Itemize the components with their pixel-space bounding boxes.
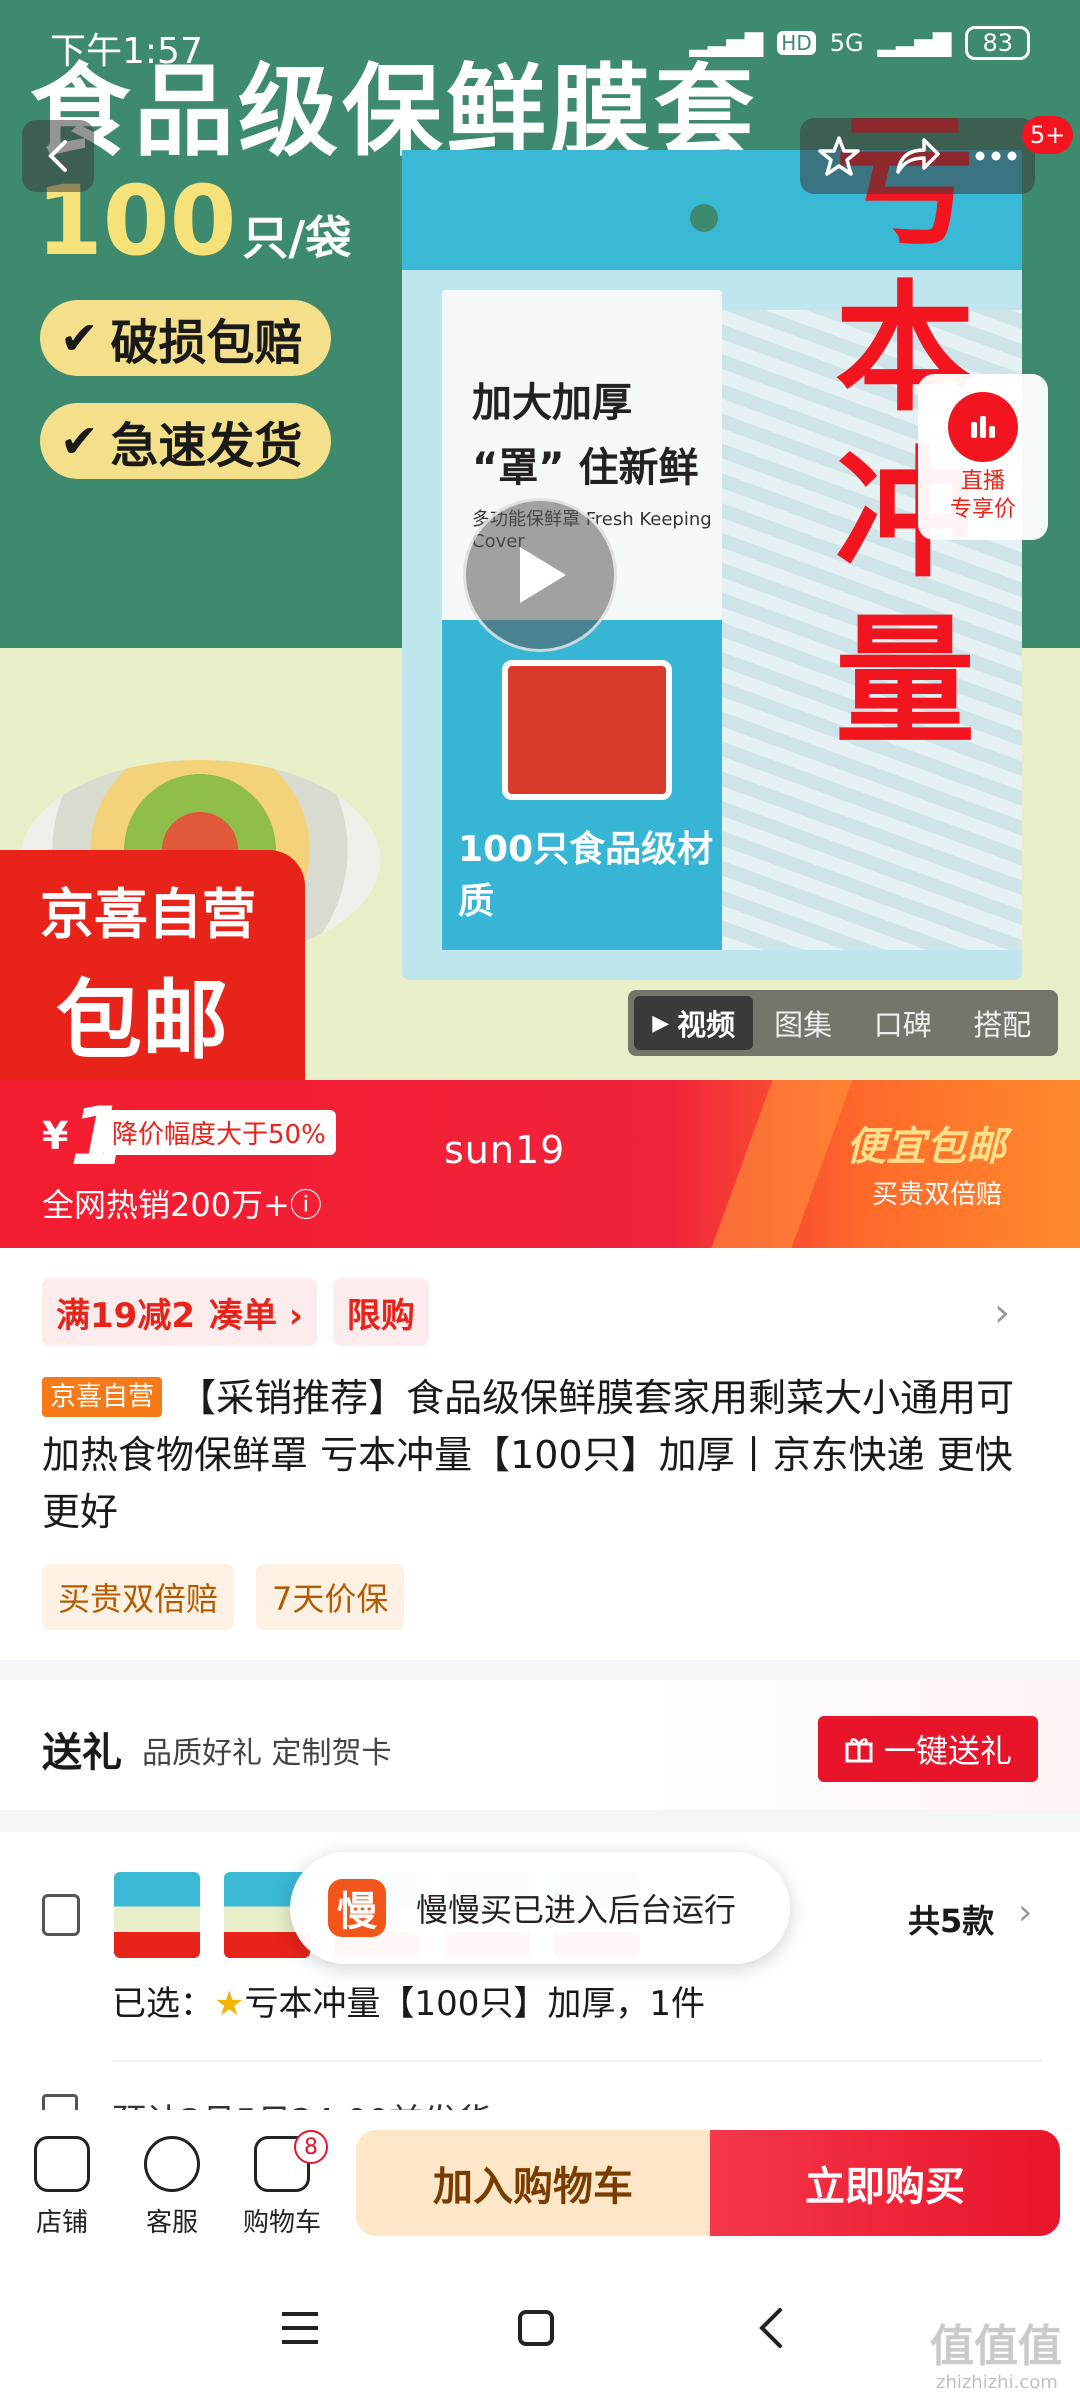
- self-operated-tag: 京喜自营: [42, 1377, 163, 1417]
- section-divider: [0, 1660, 1080, 1682]
- check-icon: ✔: [60, 414, 99, 468]
- back-icon[interactable]: [756, 2306, 786, 2350]
- tab-gallery[interactable]: 图集: [753, 996, 853, 1050]
- manmanmai-logo-icon: 慢: [328, 1879, 386, 1937]
- bottom-action-bar: 店铺 客服 购物车 8 加入购物车 立即购买: [0, 2110, 1080, 2260]
- tab-combos[interactable]: 搭配: [952, 996, 1052, 1050]
- system-navigation-bar: [0, 2260, 1080, 2400]
- variant-select-icon: [42, 1894, 80, 1936]
- buy-now-button[interactable]: 立即购买: [710, 2130, 1060, 2236]
- tab-video[interactable]: ▶ 视频: [634, 996, 754, 1050]
- product-title: 京喜自营 【采销推荐】食品级保鲜膜套家用剩菜大小通用可加热食物保鲜罩 亏本冲量【…: [42, 1376, 1015, 1534]
- variant-thumbnail[interactable]: [114, 1872, 200, 1958]
- cheap-free-shipping-title: 便宜包邮: [846, 1124, 1006, 1170]
- home-icon[interactable]: [516, 2308, 556, 2348]
- message-count-badge: 5+: [1022, 116, 1074, 154]
- lightning-decoration: [711, 1080, 853, 1248]
- status-time: 下午1:57: [50, 31, 203, 72]
- network-label: 5G: [829, 29, 864, 57]
- service-smile-icon: [144, 2136, 200, 2192]
- chevron-left-icon: [48, 140, 67, 172]
- status-bar: 下午1:57 ▂▃▅▇ HD 5G ▂▃▅▇ 83: [0, 0, 1080, 90]
- top-actions: [800, 118, 1035, 194]
- shop-button[interactable]: 店铺: [12, 2136, 112, 2239]
- play-small-icon: ▶: [652, 1010, 670, 1036]
- background-running-toast: 慢 慢慢买已进入后台运行: [290, 1852, 790, 1964]
- live-exclusive-price-chip[interactable]: 直播 专享价: [918, 374, 1048, 540]
- gift-section: 送礼 品质好礼 定制贺卡 一键送礼: [0, 1680, 1080, 1810]
- menu-icon[interactable]: [278, 2308, 322, 2348]
- share-icon[interactable]: [894, 136, 941, 176]
- live-bars-icon: [948, 392, 1018, 462]
- hd-icon: HD: [777, 31, 816, 55]
- discount-tag: 降价幅度大于50%: [102, 1110, 336, 1155]
- user-watermark: sun19: [444, 1128, 566, 1172]
- battery-icon: 83: [965, 26, 1030, 60]
- store-icon: [34, 2136, 90, 2192]
- toast-message: 慢慢买已进入后台运行: [416, 1891, 737, 1929]
- media-tabs: ▶ 视频 图集 口碑 搭配: [628, 990, 1058, 1056]
- service-tags: 买贵双倍赔 7天价保: [42, 1564, 405, 1630]
- cart-count-badge: 8: [294, 2130, 328, 2164]
- site-watermark-logo: 值值值: [930, 2321, 1062, 2372]
- hero-pill-damage-guarantee: ✔ 破损包赔: [40, 300, 331, 376]
- price-currency: ¥: [42, 1114, 69, 1158]
- signal-icon: ▂▃▅▇: [877, 29, 952, 57]
- gift-title: 送礼: [42, 1730, 122, 1776]
- variant-count: 共5款: [908, 1902, 995, 1940]
- back-button[interactable]: [22, 120, 94, 192]
- price-guarantee-subtitle: 买贵双倍赔: [872, 1180, 1003, 1210]
- chevron-right-icon[interactable]: ›: [994, 1290, 1010, 1336]
- star-icon[interactable]: [817, 134, 861, 178]
- chevron-right-icon[interactable]: ›: [1018, 1892, 1032, 1933]
- more-icon[interactable]: [974, 150, 1018, 162]
- gift-subtitle: 品质好礼 定制贺卡: [142, 1736, 392, 1771]
- tab-reviews[interactable]: 口碑: [853, 996, 953, 1050]
- section-divider: [0, 1810, 1080, 1832]
- add-to-cart-button[interactable]: 加入购物车: [356, 2130, 710, 2236]
- star-emoji-icon: ★: [214, 1984, 245, 2024]
- signal-icon: ▂▃▅▇: [689, 29, 764, 57]
- send-gift-button[interactable]: 一键送礼: [818, 1716, 1038, 1782]
- promo-limit[interactable]: 限购: [332, 1278, 429, 1346]
- customer-service-button[interactable]: 客服: [122, 2136, 222, 2239]
- site-watermark-url: zhizhizhi.com: [936, 2372, 1058, 2393]
- service-tag[interactable]: 买贵双倍赔: [42, 1564, 235, 1630]
- check-icon: ✔: [60, 311, 99, 365]
- play-video-button[interactable]: [463, 498, 617, 652]
- promotion-row: 满19减2 凑单 › 限购: [42, 1278, 429, 1346]
- hero-pill-fast-delivery: ✔ 急速发货: [40, 403, 331, 479]
- gift-icon: [845, 1738, 873, 1763]
- play-icon: [520, 547, 566, 603]
- promo-full-reduction[interactable]: 满19减2 凑单 ›: [42, 1278, 317, 1346]
- selected-variant: 已选：★亏本冲量【100只】加厚，1件: [112, 1984, 706, 2024]
- price-banner: ¥ 1 降价幅度大于50% 全网热销200万+ⓘ sun19 便宜包邮 买贵双倍…: [0, 1080, 1080, 1248]
- sales-info[interactable]: 全网热销200万+ⓘ: [42, 1180, 322, 1226]
- service-tag[interactable]: 7天价保: [256, 1564, 405, 1630]
- cart-button[interactable]: 购物车 8: [232, 2130, 332, 2239]
- self-operated-badge: 京喜自营 包邮: [0, 850, 305, 1080]
